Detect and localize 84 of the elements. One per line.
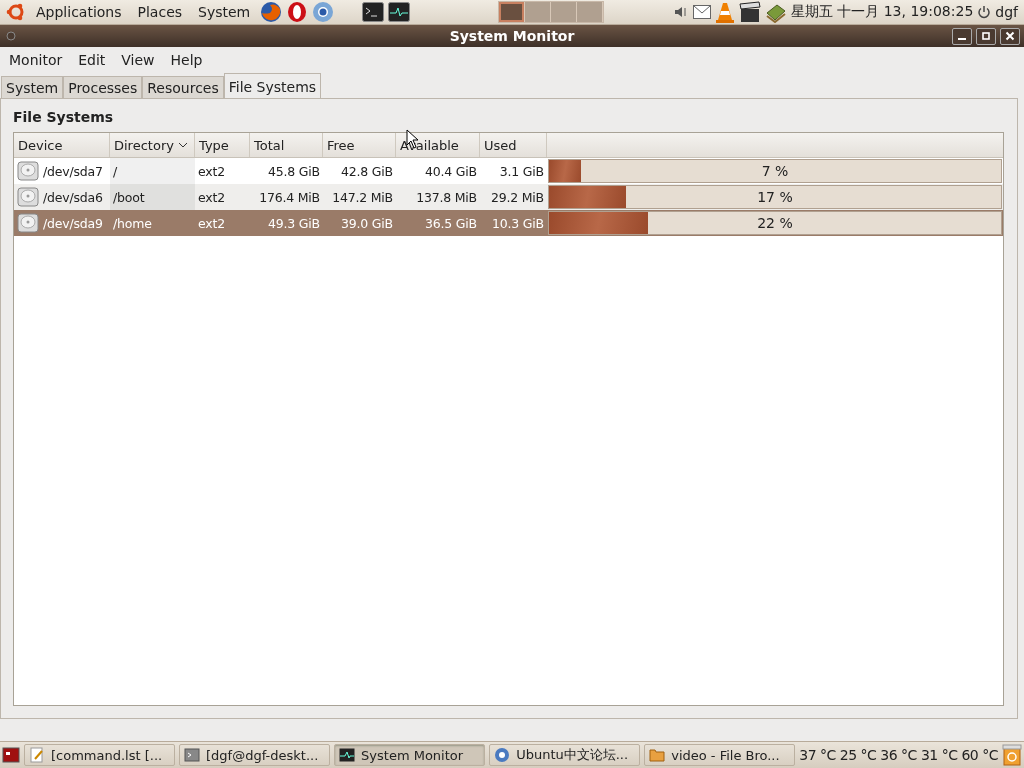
tab[interactable]: System	[1, 76, 64, 98]
taskbar-button[interactable]: Ubuntu中文论坛...	[489, 744, 641, 766]
folder-icon	[649, 747, 666, 763]
usage-percent: 22 %	[757, 215, 793, 231]
volume-icon[interactable]	[672, 4, 689, 20]
table-cell: 3.1 GiB	[499, 163, 544, 179]
table-cell: ext2	[198, 189, 225, 205]
panel-menu[interactable]: Places	[131, 4, 189, 20]
minimize-button[interactable]	[952, 27, 972, 45]
table-cell: /dev/sda7	[43, 163, 103, 179]
table-cell: 40.4 GiB	[425, 163, 477, 179]
temperature-reading: 31 °C	[920, 747, 958, 763]
temperature-reading: 37 °C	[799, 747, 836, 763]
menu-item[interactable]: Monitor	[2, 51, 70, 69]
system-monitor-icon	[339, 748, 356, 762]
taskbar-button[interactable]: System Monitor	[334, 744, 486, 766]
taskbar-button[interactable]: video - File Bro...	[644, 744, 796, 766]
table-cell: 10.3 GiB	[492, 215, 544, 231]
recycle-bin-icon[interactable]	[1001, 744, 1022, 766]
show-desktop-icon[interactable]	[2, 746, 20, 764]
close-icon	[1005, 31, 1015, 41]
workspace-switcher-cell[interactable]	[577, 2, 604, 22]
column-header[interactable]: Device	[14, 133, 110, 157]
clock-text[interactable]: 星期五 十一月 13, 19:08:25	[790, 3, 974, 21]
terminal-icon[interactable]	[362, 2, 385, 22]
table-cell: 45.8 GiB	[268, 163, 320, 179]
panel-menu[interactable]: System	[192, 4, 257, 20]
section-title: File Systems	[13, 109, 115, 125]
maximize-button[interactable]	[976, 27, 996, 45]
table-cell: 49.3 GiB	[268, 215, 320, 231]
user-name[interactable]: dgf	[995, 4, 1018, 20]
table-cell: ext2	[198, 215, 225, 231]
tab[interactable]: Resources	[142, 76, 224, 98]
table-cell: /dev/sda9	[43, 215, 103, 231]
menu-item[interactable]: View	[114, 51, 162, 69]
workspace-switcher-cell[interactable]	[551, 2, 578, 22]
menu-item[interactable]: Help	[163, 51, 210, 69]
power-icon[interactable]	[977, 5, 992, 19]
table-cell: 137.8 MiB	[416, 189, 477, 205]
menu-item[interactable]: Edit	[71, 51, 113, 69]
table-cell: /dev/sda6	[43, 189, 103, 205]
window-title: System Monitor	[449, 28, 575, 44]
minimize-icon	[958, 38, 966, 40]
column-header[interactable]: Free	[323, 133, 396, 157]
text-editor-icon	[29, 747, 45, 763]
table-row[interactable]: /dev/sda6 /boot ext2 176.4 MiB 147.2 MiB 137.8 MiB 29.2 MiB 17 %	[14, 184, 1003, 210]
temperature-reading: 25 °C	[839, 747, 877, 763]
table-row[interactable]: /dev/sda9 /home ext2 49.3 GiB 39.0 GiB 36.5 GiB 10.3 GiB 22 %	[14, 210, 1003, 236]
table-cell: 147.2 MiB	[332, 189, 393, 205]
maximize-icon	[981, 31, 991, 41]
table-cell: 42.8 GiB	[341, 163, 393, 179]
temperature-reading: 60 °C	[961, 747, 998, 763]
usage-percent: 17 %	[757, 189, 793, 205]
table-cell: 36.5 GiB	[425, 215, 477, 231]
tab[interactable]: Processes	[63, 76, 143, 98]
column-header[interactable]: Used	[480, 133, 547, 157]
usage-percent: 7 %	[761, 163, 789, 179]
close-button[interactable]	[1000, 27, 1020, 45]
mail-envelope-icon[interactable]	[692, 5, 711, 19]
table-row[interactable]: /dev/sda7 / ext2 45.8 GiB 42.8 GiB 40.4 GiB 3.1 GiB 7 %	[14, 158, 1003, 184]
browser-globe-icon	[494, 747, 511, 763]
workspace-switcher-cell[interactable]	[525, 2, 552, 22]
panel-menu[interactable]: Applications	[30, 4, 128, 20]
table-cell: /home	[113, 215, 152, 231]
column-header[interactable]: Type	[195, 133, 250, 157]
clapperboard-icon[interactable]	[738, 1, 761, 23]
taskbar-button[interactable]: [dgf@dgf-deskt...	[179, 744, 331, 766]
table-cell: ext2	[198, 163, 225, 179]
workspace-switcher-cell[interactable]	[499, 2, 526, 22]
window-menu-icon[interactable]	[6, 31, 16, 41]
tab[interactable]: File Systems	[223, 73, 322, 98]
table-cell: /boot	[113, 189, 145, 205]
system-monitor-icon[interactable]	[388, 2, 411, 22]
temperature-reading: 36 °C	[880, 747, 917, 763]
sort-caret-icon	[177, 142, 188, 148]
terminal-icon	[184, 747, 201, 763]
table-cell: 29.2 MiB	[490, 189, 544, 205]
column-header[interactable]: Total	[250, 133, 323, 157]
table-cell: 39.0 GiB	[341, 215, 393, 231]
taskbar-button[interactable]: [command.lst [...	[24, 744, 176, 766]
table-cell: 176.4 MiB	[259, 189, 320, 205]
browser-globe-icon[interactable]	[312, 1, 335, 23]
column-header[interactable]: Directory	[110, 133, 195, 157]
table-cell: /	[113, 163, 117, 179]
